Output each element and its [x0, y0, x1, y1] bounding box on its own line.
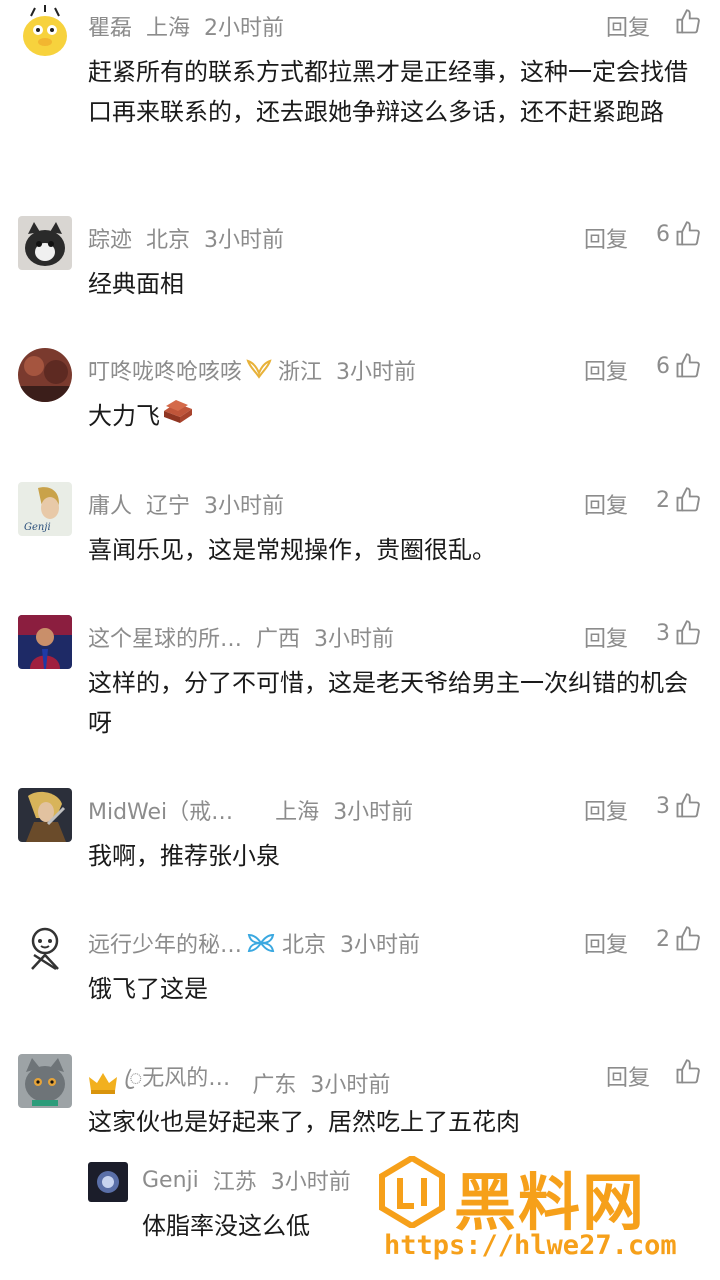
username[interactable]: 庸人 — [88, 488, 132, 520]
location: 浙江 — [278, 360, 323, 385]
thumbs-up-icon — [676, 793, 700, 818]
timestamp: 3小时前 — [204, 494, 285, 519]
username[interactable]: Genji — [142, 1168, 199, 1193]
reply-button[interactable]: 回复 — [584, 794, 628, 826]
reply-button[interactable]: 回复 — [584, 488, 628, 520]
avatar[interactable] — [18, 216, 72, 270]
like-button[interactable]: 6 — [656, 220, 702, 248]
timestamp: 3小时前 — [310, 1073, 391, 1098]
timestamp: 3小时前 — [340, 933, 421, 958]
comment-text: 这家伙也是好起来了，居然吃上了五花肉 — [88, 1108, 520, 1136]
comment-meta: MidWei（戒… 上海 3小时前 — [88, 794, 413, 826]
thumbs-up-icon — [676, 221, 700, 246]
like-count: 3 — [656, 793, 670, 819]
reply-button[interactable]: 回复 — [584, 354, 628, 386]
watermark-title: 黑料网 — [454, 1166, 647, 1239]
username[interactable]: 这个星球的所… — [88, 621, 242, 653]
crown-badge-icon — [88, 1071, 118, 1095]
timestamp: 3小时前 — [336, 360, 417, 385]
location: 北京 — [282, 933, 327, 958]
comment-meta: 这个星球的所… 广西 3小时前 — [88, 621, 394, 653]
like-count: 3 — [656, 620, 670, 646]
like-count: 2 — [656, 926, 670, 952]
thumbs-up-icon — [676, 926, 700, 951]
username[interactable]: 叮咚咙咚呛咳咳 — [88, 354, 242, 386]
location: 广西 — [256, 627, 301, 652]
avatar[interactable] — [18, 615, 72, 669]
like-button[interactable] — [670, 8, 702, 36]
reply-button[interactable]: 回复 — [584, 222, 628, 254]
brick-emoji-icon — [162, 397, 194, 437]
comment-meta: 瞿磊 上海 2小时前 — [88, 10, 284, 42]
comment-meta: 庸人 辽宁 3小时前 — [88, 488, 284, 520]
comment-text: 大力飞 — [88, 396, 702, 437]
avatar[interactable] — [18, 348, 72, 402]
watermark-url: https://hlwe27.com — [384, 1230, 677, 1261]
avatar[interactable] — [18, 921, 72, 975]
watermark: 黑料网 https://hlwe27.com — [372, 1150, 712, 1270]
like-count: 6 — [656, 353, 670, 379]
comment-text-content: 大力飞 — [88, 402, 160, 430]
like-button[interactable]: 6 — [656, 352, 702, 380]
username[interactable]: 踪迹 — [88, 222, 132, 254]
reply-button[interactable]: 回复 — [606, 10, 650, 42]
thumbs-up-icon — [676, 1059, 700, 1084]
like-button[interactable]: 3 — [656, 619, 702, 647]
reply-button[interactable]: 回复 — [584, 927, 628, 959]
comment-text: 赶紧所有的联系方式都拉黑才是正经事，这种一定会找借口再来联系的，还去跟她争辩这么… — [88, 58, 688, 126]
comment-text: 饿飞了这是 — [88, 975, 208, 1003]
thumbs-up-icon — [676, 9, 700, 34]
like-button[interactable] — [670, 1058, 702, 1086]
comment-meta: Genji 江苏 3小时前 — [142, 1164, 351, 1196]
comment-text: 喜闻乐见，这是常规操作，贵圈很乱。 — [88, 536, 496, 564]
comment-text: 经典面相 — [88, 270, 184, 298]
thumbs-up-icon — [676, 353, 700, 378]
reply-button[interactable]: 回复 — [584, 621, 628, 653]
like-button[interactable]: 2 — [656, 925, 702, 953]
like-button[interactable]: 3 — [656, 792, 702, 820]
avatar[interactable] — [18, 788, 72, 842]
timestamp: 3小时前 — [270, 1170, 351, 1195]
blue-wings-badge-icon — [246, 932, 276, 954]
username[interactable]: 远行少年的秘… — [88, 927, 242, 959]
comment-meta: 远行少年的秘… 北京 3小时前 — [88, 927, 420, 959]
thumbs-up-icon — [676, 620, 700, 645]
location: 广东 — [252, 1073, 297, 1098]
timestamp: 3小时前 — [314, 627, 395, 652]
username[interactable]: ꦿ无风的… — [124, 1060, 230, 1106]
location: 辽宁 — [146, 494, 191, 519]
comment-meta: 叮咚咙咚呛咳咳 浙江 3小时前 — [88, 354, 416, 386]
location: 江苏 — [212, 1170, 257, 1195]
comment-text: 我啊，推荐张小泉 — [88, 842, 280, 870]
avatar[interactable]: Genji — [18, 482, 72, 536]
like-count: 6 — [656, 221, 670, 247]
svg-text:Genji: Genji — [24, 522, 51, 533]
watermark-logo-icon — [379, 1156, 445, 1228]
reply-button[interactable]: 回复 — [606, 1060, 650, 1092]
avatar[interactable] — [88, 1162, 128, 1202]
timestamp: 3小时前 — [204, 228, 285, 253]
timestamp: 3小时前 — [333, 800, 414, 825]
location: 北京 — [146, 228, 191, 253]
avatar[interactable] — [18, 1054, 72, 1108]
comment-text: 这样的，分了不可惜，这是老天爷给男主一次纠错的机会呀 — [88, 669, 688, 737]
thumbs-up-icon — [676, 487, 700, 512]
gold-wings-badge-icon — [246, 359, 272, 381]
like-button[interactable]: 2 — [656, 486, 702, 514]
comment-meta: 踪迹 北京 3小时前 — [88, 222, 284, 254]
like-count: 2 — [656, 487, 670, 513]
username[interactable]: 瞿磊 — [88, 10, 132, 42]
location: 上海 — [275, 800, 320, 825]
avatar[interactable] — [18, 4, 72, 58]
timestamp: 2小时前 — [204, 16, 285, 41]
username[interactable]: MidWei（戒… — [88, 794, 233, 826]
comment-meta: ꦿ无风的… 广东 3小时前 — [88, 1060, 390, 1106]
location: 上海 — [146, 16, 191, 41]
